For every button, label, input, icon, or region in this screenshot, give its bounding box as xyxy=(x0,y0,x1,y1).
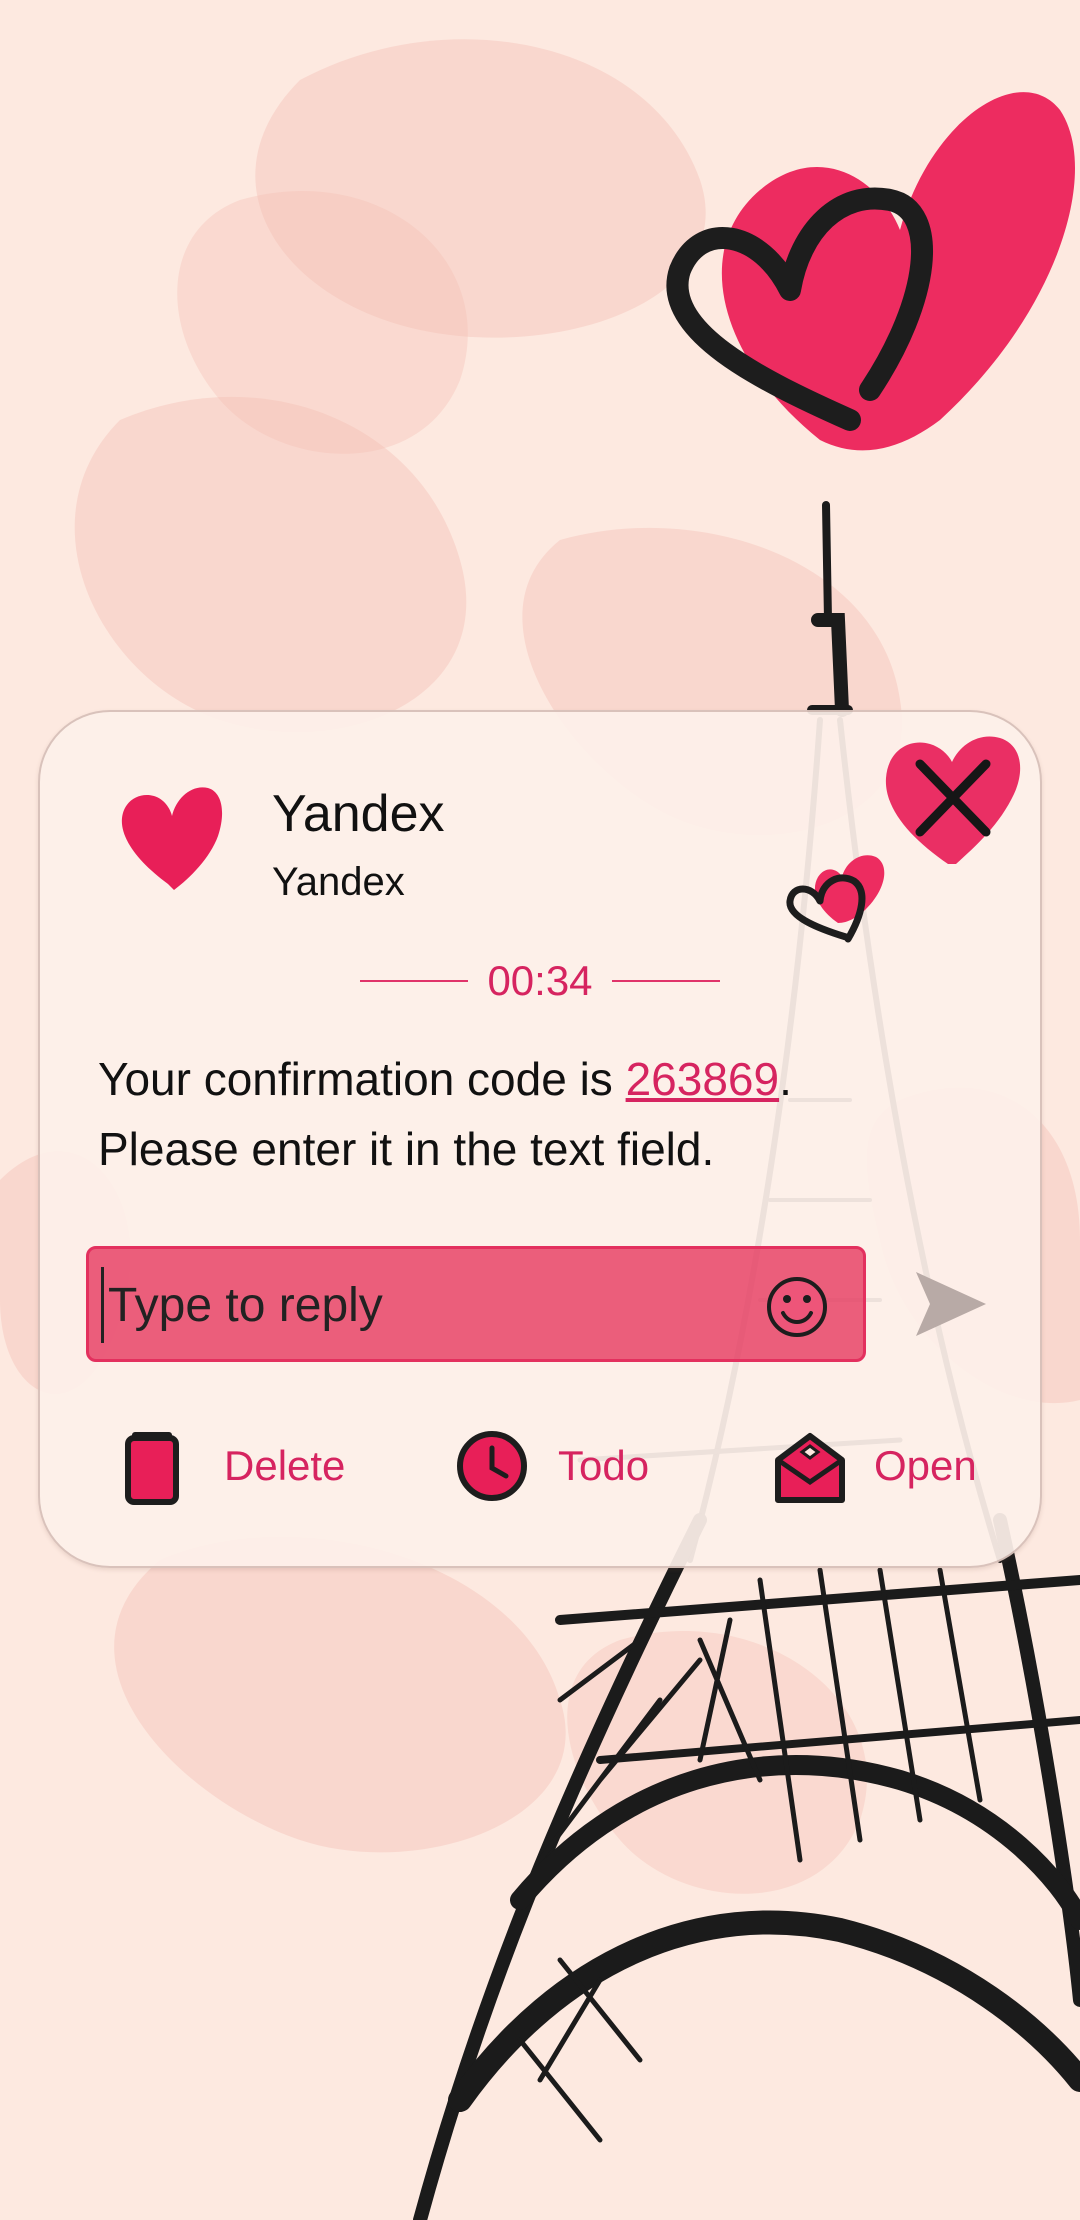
todo-button[interactable]: Todo xyxy=(456,1424,649,1508)
open-label: Open xyxy=(874,1442,977,1489)
decorative-hearts-icon xyxy=(786,855,885,943)
message-text-line2: Please enter it in the text field. xyxy=(98,1123,715,1175)
clock-icon xyxy=(457,1431,527,1501)
reply-box xyxy=(86,1246,866,1362)
heart-icon xyxy=(121,787,223,890)
message-body: Your confirmation code is 263869. Please… xyxy=(98,1044,998,1184)
message-punctuation: . xyxy=(779,1053,792,1105)
todo-label: Todo xyxy=(558,1442,650,1489)
trash-icon xyxy=(125,1432,179,1505)
send-icon[interactable] xyxy=(910,1264,990,1344)
timer-divider-left xyxy=(360,980,468,982)
confirmation-code-link[interactable]: 263869 xyxy=(626,1053,780,1105)
message-text: Your confirmation code is xyxy=(98,1053,626,1105)
message-time: 00:34 xyxy=(487,957,593,1004)
delete-label: Delete xyxy=(224,1442,346,1489)
smiley-icon[interactable] xyxy=(761,1271,833,1343)
delete-button[interactable]: Delete xyxy=(122,1424,345,1508)
sender-name: Yandex xyxy=(272,785,445,843)
envelope-icon xyxy=(775,1433,845,1503)
timer-divider-right xyxy=(612,980,720,982)
sender-subtitle: Yandex xyxy=(272,860,405,904)
reply-input[interactable] xyxy=(101,1267,730,1343)
open-button[interactable]: Open xyxy=(772,1424,977,1508)
close-button[interactable] xyxy=(880,728,1026,868)
